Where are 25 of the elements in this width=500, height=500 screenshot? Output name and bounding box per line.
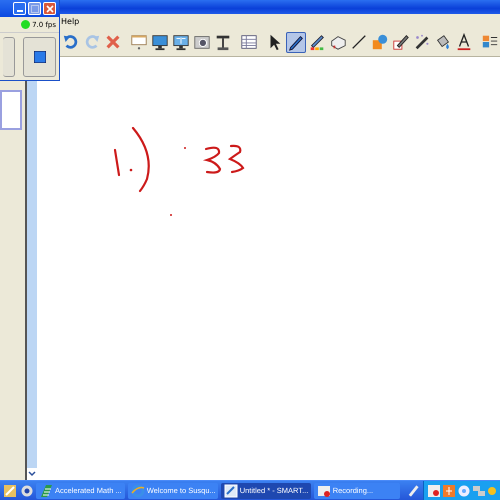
pen-icon[interactable] [406, 484, 420, 498]
recorder-icon[interactable] [428, 484, 440, 496]
stop-button[interactable] [23, 37, 56, 77]
chevron-down-icon [28, 471, 36, 477]
recorder-icon [316, 484, 331, 498]
maximize-icon [30, 4, 38, 12]
minimize-button[interactable] [13, 2, 26, 15]
close-icon [46, 4, 54, 12]
notification-icon[interactable] [443, 484, 455, 496]
status-dot-icon [21, 20, 30, 29]
disc-icon[interactable] [458, 484, 470, 496]
minimize-icon [16, 10, 22, 12]
menu-item[interactable]: Help [61, 16, 80, 26]
notebook-icon [224, 484, 238, 498]
page-thumbnail[interactable] [0, 90, 22, 130]
stop-icon [34, 51, 46, 63]
media-player-icon[interactable] [21, 484, 33, 496]
browser-icon [130, 484, 145, 498]
show-desktop-icon[interactable] [4, 484, 16, 496]
close-button[interactable] [43, 2, 56, 15]
app-icon [39, 484, 53, 498]
maximize-button[interactable] [28, 2, 41, 15]
scroll-down-button[interactable] [27, 468, 37, 480]
scrollbar[interactable] [27, 81, 38, 480]
pen-tool-button[interactable] [286, 32, 306, 52]
